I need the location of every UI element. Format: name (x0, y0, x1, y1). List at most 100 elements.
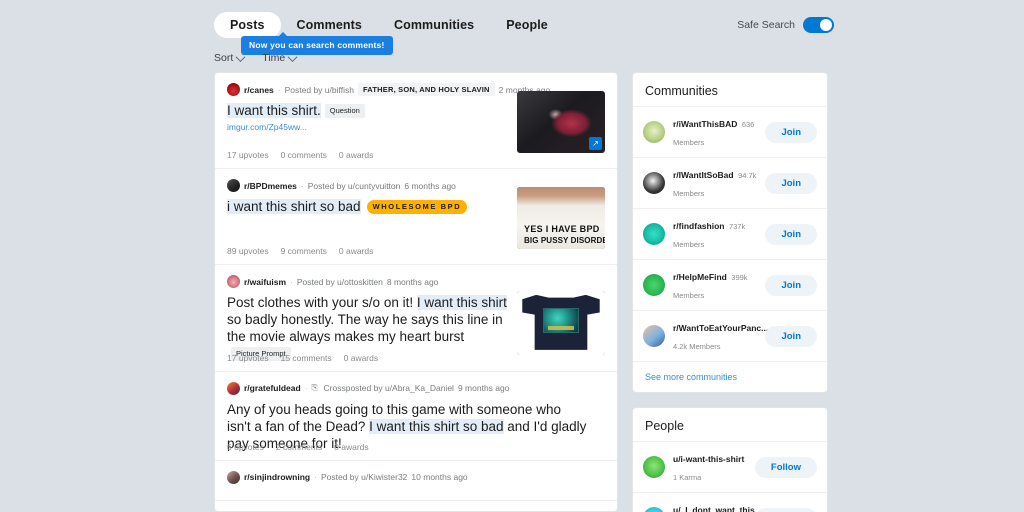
right-sidebar: Communities r/iWantThisBAD 636 Members J… (632, 72, 828, 512)
community-name: r/IWantItSoBad (673, 170, 734, 180)
post-item[interactable]: r/waifuism · Posted by u/ottoskitten 8 m… (215, 265, 617, 372)
tab-people[interactable]: People (490, 12, 564, 38)
community-meta: r/findfashion 737k Members (673, 216, 757, 252)
crosspost-icon: ⎘ (311, 383, 318, 393)
post-thumbnail[interactable]: ↗ (517, 91, 605, 153)
user-name: u/_I_dont_want_this (673, 505, 755, 512)
subreddit-avatar (227, 470, 240, 484)
community-avatar (643, 223, 665, 245)
subreddit-link[interactable]: r/BPDmemes (244, 181, 297, 191)
community-meta: r/HelpMeFind 399k Members (673, 267, 757, 303)
post-title-match: I want this shirt so bad (369, 418, 504, 434)
tab-posts[interactable]: Posts (214, 12, 281, 38)
community-row[interactable]: r/findfashion 737k Members Join (633, 208, 827, 259)
community-meta: r/IWantItSoBad 94.7k Members (673, 165, 757, 201)
join-button[interactable]: Join (765, 223, 817, 245)
tooltip-arrow (279, 32, 287, 36)
sort-label: Sort (214, 52, 234, 64)
comment-count: 0 comments (280, 150, 327, 160)
time-dropdown[interactable]: Time (262, 51, 298, 64)
join-button[interactable]: Join (765, 172, 817, 194)
thumbnail-text-line1: YES I HAVE BPD (524, 224, 600, 235)
community-row[interactable]: r/HelpMeFind 399k Members Join (633, 259, 827, 310)
post-title[interactable]: I want this shirt. Question (227, 102, 509, 119)
follow-button[interactable]: Follow (754, 456, 817, 478)
post-age: 6 months ago (404, 180, 456, 191)
separator-dot: · (304, 383, 308, 394)
post-stats: 89 upvotes 9 comments 0 awards (227, 246, 373, 256)
person-row[interactable]: u/_I_dont_want_this 3 Karma Follow (633, 492, 827, 512)
upvote-count: 17 upvotes (227, 150, 269, 160)
separator-dot: · (277, 84, 281, 95)
communities-card: Communities r/iWantThisBAD 636 Members J… (632, 72, 828, 393)
award-count: 0 awards (338, 150, 374, 160)
post-thumbnail[interactable] (517, 291, 605, 355)
time-label: Time (262, 52, 286, 64)
safe-search-toggle[interactable] (803, 17, 834, 33)
post-item[interactable]: r/gratefuldead · ⎘ Crossposted by u/Abra… (215, 372, 617, 461)
subreddit-link[interactable]: r/waifuism (244, 277, 286, 287)
community-row[interactable]: r/IWantItSoBad 94.7k Members Join (633, 157, 827, 208)
follow-button[interactable]: Follow (754, 507, 817, 512)
community-name: r/iWantThisBAD (673, 119, 738, 129)
thumbnail-image: YES I HAVE BPD BIG PUSSY DISORDER (517, 187, 605, 249)
comment-count: 2 comments (275, 441, 323, 452)
community-row[interactable]: r/iWantThisBAD 636 Members Join (633, 106, 827, 157)
posted-by: Posted by u/biffish (284, 84, 354, 95)
subreddit-avatar (227, 179, 240, 192)
separator-dot: · (314, 472, 317, 483)
external-link-icon: ↗ (589, 137, 602, 150)
subreddit-link[interactable]: r/canes (244, 85, 274, 95)
user-name: u/i-want-this-shirt (673, 454, 745, 464)
community-avatar (643, 325, 665, 347)
post-item[interactable]: r/sinjindrowning · Posted by u/Kiwister3… (215, 461, 617, 501)
thumbnail-text-line2: BIG PUSSY DISORDER (524, 236, 605, 246)
sort-dropdown[interactable]: Sort (214, 51, 246, 64)
community-meta: r/WantToEatYourPanc... 4.2k Members (673, 318, 768, 354)
tab-communities[interactable]: Communities (378, 12, 490, 38)
person-row[interactable]: u/i-want-this-shirt 1 Karma Follow (633, 441, 827, 492)
community-avatar (643, 172, 665, 194)
post-age: 8 months ago (386, 276, 439, 287)
communities-title: Communities (645, 84, 718, 98)
join-button[interactable]: Join (765, 325, 817, 347)
see-more-communities-link[interactable]: See more communities (633, 361, 827, 392)
post-title-suffix: so badly honestly. The way he says this … (227, 312, 503, 345)
join-button[interactable]: Join (765, 274, 817, 296)
community-row[interactable]: r/WantToEatYourPanc... 4.2k Members Join (633, 310, 827, 361)
posted-by: Posted by u/ottoskitten (296, 276, 383, 287)
separator-dot: · (300, 180, 304, 191)
post-title[interactable]: i want this shirt so bad WHOLESOME BPD (227, 198, 509, 215)
subreddit-link[interactable]: r/sinjindrowning (244, 472, 310, 482)
award-count: 0 awards (343, 352, 379, 363)
post-item[interactable]: r/canes · Posted by u/biffish FATHER, SO… (215, 73, 617, 169)
thumbnail-image (517, 291, 605, 355)
community-name: r/WantToEatYourPanc... (673, 323, 769, 333)
community-avatar (643, 121, 665, 143)
post-stats: 17 upvotes 0 comments 0 awards (227, 150, 373, 160)
post-meta: r/sinjindrowning · Posted by u/Kiwister3… (227, 470, 605, 484)
post-age: 9 months ago (457, 383, 510, 394)
post-stats: 17 upvotes 15 comments 0 awards (227, 353, 378, 363)
top-bar: Posts Comments Communities People Now yo… (0, 0, 1024, 55)
community-name: r/findfashion (673, 221, 725, 231)
user-avatar (643, 507, 665, 512)
chevron-down-icon (235, 51, 246, 62)
subreddit-avatar (227, 381, 240, 395)
post-flair: WHOLESOME BPD (366, 200, 468, 214)
post-thumbnail[interactable]: YES I HAVE BPD BIG PUSSY DISORDER (517, 187, 605, 249)
post-title-prefix: Post clothes with your s/o on it! (227, 295, 417, 310)
post-item[interactable]: r/BPDmemes · Posted by u/cuntyvuitton 6 … (215, 169, 617, 265)
join-button[interactable]: Join (765, 121, 817, 143)
comment-count: 9 comments (280, 246, 327, 256)
user-avatar (643, 456, 665, 478)
subreddit-link[interactable]: r/gratefuldead (244, 383, 301, 393)
subreddit-avatar (227, 83, 240, 96)
tab-comments[interactable]: Comments (281, 12, 378, 38)
safe-search-control[interactable]: Safe Search (737, 17, 834, 33)
subreddit-avatar (227, 275, 240, 288)
comment-count: 15 comments (280, 352, 332, 363)
person-meta: u/i-want-this-shirt 1 Karma (673, 449, 747, 485)
chevron-down-icon (287, 51, 298, 62)
upvote-count: 89 upvotes (227, 246, 269, 256)
